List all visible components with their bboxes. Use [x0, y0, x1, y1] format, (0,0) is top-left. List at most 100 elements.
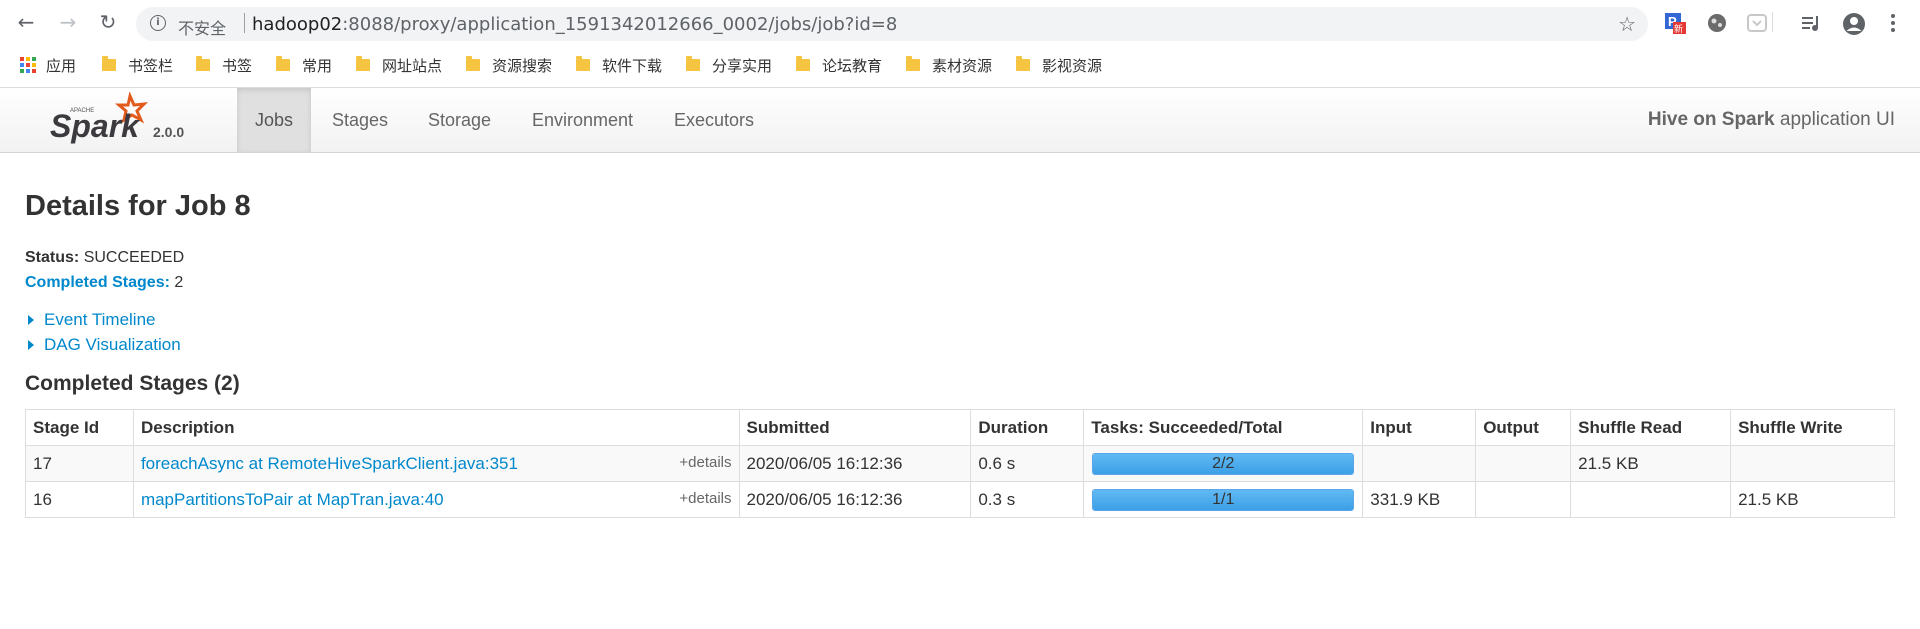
expand-arrow-icon: [28, 340, 34, 350]
toolbar-divider: [1772, 12, 1773, 32]
stage-shuffle-write: [1730, 445, 1895, 482]
stage-description-link[interactable]: foreachAsync at RemoteHiveSparkClient.ja…: [141, 454, 518, 473]
forward-icon[interactable]: →: [56, 10, 80, 34]
insecure-label: 不安全: [178, 19, 227, 38]
bookmark-label: 书签栏: [128, 56, 174, 75]
folder-icon: [356, 56, 370, 71]
status-label: Status:: [25, 249, 80, 266]
extension-p-icon[interactable]: P新: [1664, 12, 1686, 35]
bookmark-label: 资源搜索: [492, 56, 553, 75]
address-bar[interactable]: i 不安全 hadoop02:8088/proxy/application_15…: [136, 7, 1648, 41]
col-output[interactable]: Output: [1475, 409, 1572, 446]
bookmark-apps[interactable]: 应用: [20, 54, 76, 76]
stage-tasks-cell: 1/1: [1083, 481, 1364, 518]
extension-round-icon[interactable]: [1706, 12, 1728, 34]
folder-icon: [196, 56, 210, 71]
expand-arrow-icon: [28, 315, 34, 325]
dag-visualization-toggle[interactable]: DAG Visualization: [25, 335, 181, 355]
info-icon[interactable]: i: [150, 15, 166, 31]
app-title: Hive on Spark application UI: [1648, 88, 1895, 152]
bookmark-label: 常用: [302, 56, 333, 75]
folder-icon: [796, 56, 810, 71]
browser-toolbar: ← → ↻ i 不安全 hadoop02:8088/proxy/applicat…: [0, 0, 1920, 42]
media-control-icon[interactable]: [1800, 12, 1822, 34]
completed-stages-table: Stage Id Description Submitted Duration …: [25, 409, 1895, 518]
bookmark-label: 网址站点: [382, 56, 443, 75]
stage-description-cell: foreachAsync at RemoteHiveSparkClient.ja…: [132, 445, 740, 482]
stage-submitted: 2020/06/05 16:12:36: [738, 445, 972, 482]
url-path: :8088/proxy/application_1591342012666_00…: [342, 14, 898, 35]
brand-text: Spark: [50, 108, 141, 144]
bookmark-label: 软件下载: [602, 56, 663, 75]
folder-icon: [576, 56, 590, 71]
col-tasks[interactable]: Tasks: Succeeded/Total: [1083, 409, 1364, 446]
menu-kebab-icon[interactable]: [1882, 12, 1904, 34]
bookmark-folder[interactable]: 书签栏: [102, 54, 173, 76]
back-icon[interactable]: ←: [14, 10, 38, 34]
tasks-progress-bar: 2/2: [1092, 452, 1355, 475]
completed-stages-link[interactable]: Completed Stages:: [25, 274, 170, 291]
tasks-progress-label: 1/1: [1212, 490, 1235, 508]
folder-icon: [1016, 56, 1030, 71]
col-stage-id[interactable]: Stage Id: [25, 409, 134, 446]
app-suffix: application UI: [1774, 109, 1895, 130]
profile-avatar-icon[interactable]: [1842, 12, 1865, 35]
address-separator: [244, 13, 245, 33]
details-toggle[interactable]: +details: [679, 454, 731, 471]
bookmark-folder[interactable]: 资源搜索: [466, 54, 552, 76]
bookmark-star-icon[interactable]: ☆: [1618, 12, 1636, 36]
spark-logo-icon: APACHE Spark: [50, 91, 149, 144]
col-shuffle-read[interactable]: Shuffle Read: [1570, 409, 1732, 446]
tab-storage[interactable]: Storage: [410, 88, 509, 152]
bookmark-folder[interactable]: 书签: [196, 54, 252, 76]
bookmark-folder[interactable]: 软件下载: [576, 54, 662, 76]
folder-icon: [102, 56, 116, 71]
table-row: 17 foreachAsync at RemoteHiveSparkClient…: [25, 445, 1895, 482]
stage-input: [1362, 445, 1477, 482]
stage-tasks-cell: 2/2: [1083, 445, 1364, 482]
tasks-progress-label: 2/2: [1212, 454, 1235, 472]
bookmark-folder[interactable]: 素材资源: [906, 54, 992, 76]
bookmark-folder[interactable]: 影视资源: [1016, 54, 1102, 76]
url-text[interactable]: hadoop02:8088/proxy/application_15913420…: [252, 14, 897, 35]
bookmark-label: 素材资源: [932, 56, 993, 75]
col-submitted[interactable]: Submitted: [738, 409, 972, 446]
bookmark-folder[interactable]: 论坛教育: [796, 54, 882, 76]
event-timeline-label: Event Timeline: [44, 310, 156, 329]
tab-environment[interactable]: Environment: [514, 88, 651, 152]
col-shuffle-write[interactable]: Shuffle Write: [1730, 409, 1895, 446]
page-title: Details for Job 8: [25, 190, 251, 222]
stage-id: 17: [25, 445, 134, 482]
stage-submitted: 2020/06/05 16:12:36: [738, 481, 972, 518]
tab-stages[interactable]: Stages: [314, 88, 406, 152]
tab-jobs[interactable]: Jobs: [237, 88, 312, 152]
tab-executors[interactable]: Executors: [656, 88, 772, 152]
event-timeline-toggle[interactable]: Event Timeline: [25, 310, 156, 330]
reload-icon[interactable]: ↻: [96, 10, 120, 34]
col-description[interactable]: Description: [132, 409, 740, 446]
dag-visualization-label: DAG Visualization: [44, 335, 181, 354]
table-row: 16 mapPartitionsToPair at MapTran.java:4…: [25, 481, 1895, 518]
bookmark-label: 应用: [46, 56, 77, 75]
stage-description-link[interactable]: mapPartitionsToPair at MapTran.java:40: [141, 490, 444, 509]
stage-input: 331.9 KB: [1362, 481, 1477, 518]
spark-version: 2.0.0: [153, 124, 185, 140]
stage-description-cell: mapPartitionsToPair at MapTran.java:40 +…: [132, 481, 740, 518]
folder-icon: [276, 56, 290, 71]
app-name: Hive on Spark: [1647, 109, 1775, 130]
bookmark-folder[interactable]: 分享实用: [686, 54, 772, 76]
details-toggle[interactable]: +details: [679, 490, 731, 507]
status-value: SUCCEEDED: [83, 249, 185, 266]
completed-stages-heading: Completed Stages (2): [25, 372, 240, 395]
extension-pocket-icon[interactable]: [1746, 12, 1768, 34]
stage-shuffle-write: 21.5 KB: [1730, 481, 1895, 518]
stage-shuffle-read: [1570, 481, 1732, 518]
stage-duration: 0.3 s: [970, 481, 1085, 518]
col-duration[interactable]: Duration: [970, 409, 1085, 446]
bookmark-folder[interactable]: 常用: [276, 54, 332, 76]
bookmark-label: 分享实用: [712, 56, 773, 75]
bookmark-label: 论坛教育: [822, 56, 883, 75]
folder-icon: [906, 56, 920, 71]
col-input[interactable]: Input: [1362, 409, 1477, 446]
bookmark-folder[interactable]: 网址站点: [356, 54, 442, 76]
